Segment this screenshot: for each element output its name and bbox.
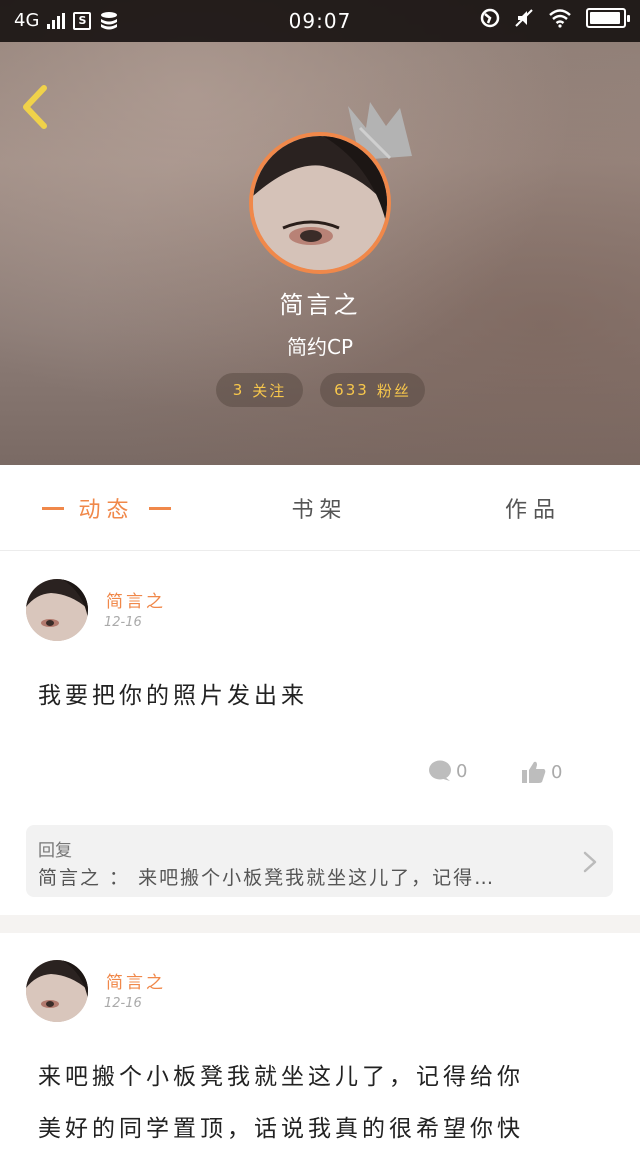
avatar-image [26, 960, 88, 1022]
fans-count: 633 [334, 381, 369, 399]
mute-icon [515, 9, 533, 27]
tab-activity-label: 动态 [78, 498, 135, 523]
battery-icon [586, 8, 630, 28]
tab-dash-left [42, 506, 65, 510]
following-label: 关注 [252, 381, 287, 400]
avatar-image [26, 579, 88, 641]
post-author-avatar[interactable] [26, 960, 88, 1022]
profile-name: 简言之 [279, 291, 361, 319]
battery-level [590, 12, 621, 24]
comment-icon [429, 760, 451, 781]
post-author-avatar[interactable] [26, 579, 88, 641]
tab-bar: 动态 书架 作品 [0, 465, 640, 551]
wifi-icon [549, 9, 571, 28]
tab-works-label: 作品 [504, 498, 561, 523]
post-date: 12-16 [104, 615, 142, 630]
data-saver-icon [480, 8, 500, 28]
chevron-left-icon [23, 85, 47, 129]
profile-header: 4G S 09:07 简言之 简约CP 3 关注 633 粉丝 [0, 0, 640, 465]
comment-count: 0 [456, 760, 468, 782]
post-text-line-1: 来吧搬个小板凳我就坐这儿了，记得给你 [38, 1064, 524, 1090]
tab-bookshelf-label: 书架 [291, 498, 348, 523]
post-text-line-2: 美好的同学置顶，话说我真的很希望你快 [38, 1116, 524, 1142]
post-author-name[interactable]: 简言之 [106, 968, 166, 993]
reply-text: 简言之 ： 来吧搬个小板凳我就坐这儿了，记得… [38, 867, 496, 889]
chevron-right-icon [583, 851, 597, 873]
feed-post: 简言之 12-16 来吧搬个小板凳我就坐这儿了，记得给你 美好的同学置顶，话说我… [0, 933, 640, 1142]
following-count: 3 [232, 381, 245, 399]
reply-preview[interactable]: 回复 简言之 ： 来吧搬个小板凳我就坐这儿了，记得… [26, 825, 613, 897]
tab-dash-right [148, 506, 171, 510]
status-bar: 4G S 09:07 [0, 0, 640, 42]
back-button[interactable] [16, 84, 56, 130]
reply-label: 回复 [38, 841, 72, 861]
status-right [480, 8, 630, 28]
avatar-image [253, 136, 387, 270]
post-date: 12-16 [104, 996, 142, 1011]
profile-avatar[interactable] [249, 132, 391, 274]
post-divider [0, 915, 640, 933]
following-stat[interactable]: 3 关注 [216, 373, 303, 407]
like-count: 0 [551, 761, 563, 783]
like-button[interactable]: 0 [521, 760, 562, 784]
fans-label: 粉丝 [376, 381, 411, 400]
post-author-name[interactable]: 简言之 [106, 587, 166, 612]
post-text: 我要把你的照片发出来 [38, 683, 308, 709]
thumbs-up-icon [522, 761, 546, 783]
tab-works[interactable]: 作品 [426, 465, 640, 551]
tab-activity[interactable]: 动态 [0, 465, 213, 551]
fans-stat[interactable]: 633 粉丝 [320, 373, 425, 407]
tab-bookshelf[interactable]: 书架 [213, 465, 426, 551]
profile-subtitle: 简约CP [286, 335, 354, 359]
comment-button[interactable]: 0 [428, 760, 467, 782]
